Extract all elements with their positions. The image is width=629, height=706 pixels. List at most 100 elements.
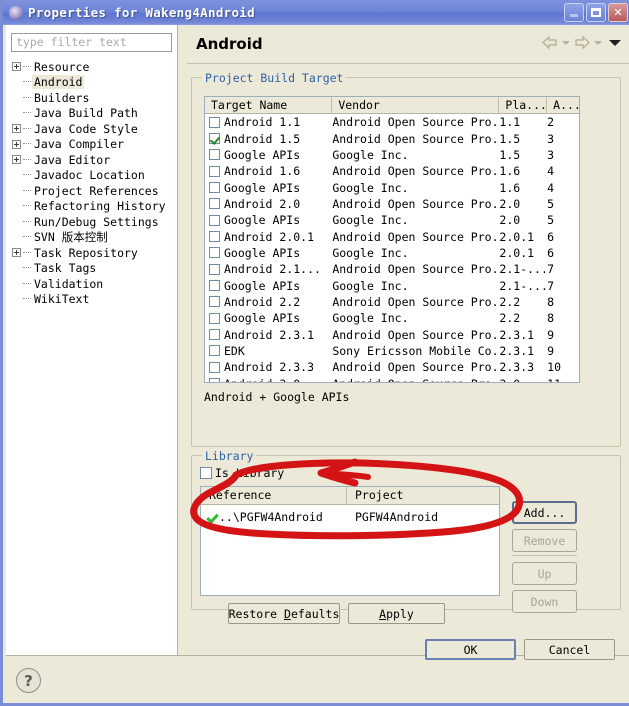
column-header-project[interactable]: Project bbox=[347, 487, 499, 505]
table-row[interactable]: Google APIs Google Inc. 2.0.1 6 bbox=[205, 245, 579, 261]
is-library-checkbox[interactable] bbox=[200, 467, 212, 479]
sidebar-item-builders[interactable]: Builders bbox=[6, 90, 177, 106]
table-row[interactable]: Android 1.6 Android Open Source Pro... 1.6… bbox=[205, 163, 579, 179]
question-mark-icon[interactable]: ? bbox=[16, 668, 41, 693]
forward-history-chevron-down-icon[interactable] bbox=[594, 41, 602, 45]
target-checkbox[interactable] bbox=[209, 247, 220, 259]
sidebar-item-java-compiler[interactable]: Java Compiler bbox=[6, 137, 177, 153]
target-checkbox[interactable] bbox=[209, 280, 220, 292]
arrow-right-icon[interactable] bbox=[573, 35, 591, 51]
build-target-table[interactable]: Target Name Vendor Pla... A... Android 1… bbox=[204, 96, 580, 383]
target-checkbox[interactable] bbox=[209, 329, 220, 341]
target-checkbox[interactable] bbox=[209, 116, 220, 128]
cancel-button[interactable]: Cancel bbox=[524, 639, 615, 660]
library-label: Library bbox=[202, 449, 257, 463]
table-row[interactable]: Android 3.0 Android Open Source Pro...3.0… bbox=[205, 376, 579, 382]
sidebar-item-resource[interactable]: Resource bbox=[6, 59, 177, 75]
table-row[interactable]: Android 1.1 Android Open Source Pro... 1.1… bbox=[205, 114, 579, 130]
column-header-api[interactable]: A... bbox=[547, 97, 579, 114]
close-button[interactable]: ✕ bbox=[608, 3, 628, 22]
remove-button[interactable]: Remove bbox=[512, 529, 577, 552]
target-name-label: Android 1.6 bbox=[224, 164, 301, 179]
is-library-row[interactable]: Is Library bbox=[200, 466, 284, 480]
table-row[interactable]: Android 2.0.1 Android Open Source Pro... 2… bbox=[205, 228, 579, 244]
tree-connector bbox=[23, 158, 31, 161]
sidebar-item-task-repository[interactable]: Task Repository bbox=[6, 245, 177, 261]
sidebar-item-javadoc-location[interactable]: Javadoc Location bbox=[6, 168, 177, 184]
sidebar-item-label: Task Repository bbox=[34, 245, 138, 260]
target-checkbox[interactable] bbox=[209, 263, 220, 275]
column-header-reference[interactable]: Reference bbox=[201, 487, 347, 505]
target-name-cell: Android 2.0 bbox=[205, 196, 332, 212]
table-row[interactable]: Google APIs Google Inc. 2.1-... 7 bbox=[205, 277, 579, 293]
table-row[interactable]: Android 2.3.3 Android Open Source Pro... 2… bbox=[205, 359, 579, 375]
target-checkbox[interactable] bbox=[209, 149, 220, 161]
vendor-cell: Google Inc. bbox=[332, 311, 409, 326]
expand-plus-icon[interactable] bbox=[12, 62, 21, 72]
apply-button[interactable]: Apply bbox=[348, 603, 445, 624]
target-checkbox[interactable] bbox=[209, 345, 220, 357]
target-checkbox[interactable] bbox=[209, 198, 220, 210]
target-checkbox[interactable] bbox=[209, 133, 220, 145]
sidebar-item-project-references[interactable]: Project References bbox=[6, 183, 177, 199]
target-checkbox[interactable] bbox=[209, 378, 220, 382]
sidebar-item-java-editor[interactable]: Java Editor bbox=[6, 152, 177, 168]
ok-button[interactable]: OK bbox=[425, 639, 516, 660]
expand-plus-icon[interactable] bbox=[12, 248, 21, 258]
table-row[interactable]: Google APIs Google Inc. 1.6 4 bbox=[205, 179, 579, 195]
table-row[interactable]: Android 2.3.1 Android Open Source Pro... 2… bbox=[205, 326, 579, 342]
move-up-button[interactable]: Up bbox=[512, 562, 577, 585]
add-button[interactable]: Add... bbox=[512, 501, 577, 524]
target-checkbox[interactable] bbox=[209, 165, 220, 177]
page-menu-triangle-down-icon[interactable] bbox=[609, 40, 621, 46]
api-level-cell: 6 bbox=[547, 229, 555, 244]
table-row[interactable]: Android 2.2 Android Open Source Pro... 2.2… bbox=[205, 294, 579, 310]
expand-plus-icon[interactable] bbox=[12, 124, 21, 134]
sidebar-item-run-debug-settings[interactable]: Run/Debug Settings bbox=[6, 214, 177, 230]
maximize-button[interactable] bbox=[586, 3, 606, 22]
table-row[interactable]: Android 2.0 Android Open Source Pro... 2.0… bbox=[205, 196, 579, 212]
back-history-chevron-down-icon[interactable] bbox=[562, 41, 570, 45]
target-checkbox[interactable] bbox=[209, 231, 220, 243]
table-row[interactable]: Google APIs Google Inc. 2.0 5 bbox=[205, 212, 579, 228]
table-row[interactable]: Google APIs Google Inc. 1.5 3 bbox=[205, 147, 579, 163]
target-checkbox[interactable] bbox=[209, 182, 220, 194]
sidebar-item-java-code-style[interactable]: Java Code Style bbox=[6, 121, 177, 137]
expand-plus-icon[interactable] bbox=[12, 155, 21, 165]
list-item[interactable]: ..\PGFW4Android PGFW4Android bbox=[201, 505, 499, 526]
minimize-button[interactable] bbox=[564, 3, 584, 22]
sidebar-item-java-build-path[interactable]: Java Build Path bbox=[6, 106, 177, 122]
page-header: Android bbox=[179, 25, 629, 64]
filter-input[interactable]: type filter text bbox=[11, 33, 172, 52]
table-row[interactable]: Android 1.5 Android Open Source Pro... 1.5… bbox=[205, 130, 579, 146]
sidebar-item-refactoring-history[interactable]: Refactoring History bbox=[6, 199, 177, 215]
arrow-left-icon[interactable] bbox=[541, 35, 559, 51]
vendor-cell: Google Inc. bbox=[332, 213, 409, 228]
column-header-target-name[interactable]: Target Name bbox=[205, 97, 333, 114]
target-name-label: EDK bbox=[224, 343, 245, 358]
tree-connector bbox=[23, 189, 31, 192]
api-level-cell: 7 bbox=[547, 278, 555, 293]
move-down-button[interactable]: Down bbox=[512, 590, 577, 613]
sidebar-item-validation[interactable]: Validation bbox=[6, 276, 177, 292]
library-reference-table[interactable]: Reference Project ..\PGFW4Android PGFW4An… bbox=[200, 486, 500, 596]
vendor-cell: Android Open Source Pro... bbox=[332, 376, 499, 382]
sidebar-item-label: Builders bbox=[34, 90, 90, 105]
target-checkbox[interactable] bbox=[209, 361, 220, 373]
target-checkbox[interactable] bbox=[209, 312, 220, 324]
sidebar-item-svn[interactable]: SVN 版本控制 bbox=[6, 230, 177, 246]
target-checkbox[interactable] bbox=[209, 214, 220, 226]
table-row[interactable]: EDK Sony Ericsson Mobile Co... 2.3.1 9 bbox=[205, 343, 579, 359]
restore-defaults-button[interactable]: Restore Defaults bbox=[228, 603, 340, 624]
expand-plus-icon[interactable] bbox=[12, 139, 21, 149]
column-header-platform[interactable]: Pla... bbox=[499, 97, 548, 114]
sidebar-item-android[interactable]: Android bbox=[6, 75, 177, 91]
target-checkbox[interactable] bbox=[209, 296, 220, 308]
table-row[interactable]: Android 2.1... Android Open Source Pro...… bbox=[205, 261, 579, 277]
sidebar-item-task-tags[interactable]: Task Tags bbox=[6, 261, 177, 277]
sidebar-item-wikitext[interactable]: WikiText bbox=[6, 292, 177, 308]
api-level-cell: 8 bbox=[547, 294, 555, 309]
table-row[interactable]: Google APIs Google Inc. 2.2 8 bbox=[205, 310, 579, 326]
column-header-vendor[interactable]: Vendor bbox=[332, 97, 500, 114]
